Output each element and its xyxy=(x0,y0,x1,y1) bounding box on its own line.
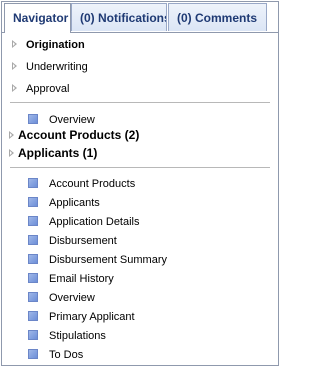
section-label: Account Products (2) xyxy=(18,128,140,142)
page-square-icon xyxy=(28,273,38,284)
expand-arrow-icon xyxy=(12,40,17,49)
tab-notifications-label: Notifications xyxy=(98,11,167,25)
tab-comments-label: Comments xyxy=(195,11,258,25)
tab-navigator-label: Navigator xyxy=(13,11,69,25)
divider xyxy=(10,167,270,168)
expand-arrow-icon xyxy=(12,84,17,93)
page-square-icon xyxy=(28,311,38,322)
section-account-products[interactable]: Account Products (2) xyxy=(2,126,139,144)
section-applicants[interactable]: Applicants (1) xyxy=(2,144,97,162)
stage-label: Approval xyxy=(26,83,70,95)
overview-label: Overview xyxy=(49,114,95,126)
link-email-history[interactable]: Email History xyxy=(28,270,114,288)
link-label: Disbursement Summary xyxy=(49,254,167,266)
link-overview[interactable]: Overview xyxy=(28,289,95,307)
tab-comments[interactable]: (0) Comments xyxy=(168,3,267,31)
page-square-icon xyxy=(28,330,38,341)
page-square-icon xyxy=(28,114,38,125)
stage-origination[interactable]: Origination xyxy=(2,36,85,54)
link-stipulations[interactable]: Stipulations xyxy=(28,327,106,345)
navigator-panel: Navigator (0) Notifications (0) Comments… xyxy=(1,1,279,366)
page-square-icon xyxy=(28,235,38,246)
stage-underwriting[interactable]: Underwriting xyxy=(2,58,88,76)
link-label: Account Products xyxy=(49,178,136,190)
link-label: Applicants xyxy=(49,197,100,209)
link-primary-applicant[interactable]: Primary Applicant xyxy=(28,308,135,326)
page-square-icon xyxy=(28,216,38,227)
link-label: Overview xyxy=(49,292,95,304)
page-square-icon xyxy=(28,197,38,208)
tab-notifications[interactable]: (0) Notifications xyxy=(71,3,167,31)
comments-count: (0) xyxy=(177,11,192,25)
stage-approval[interactable]: Approval xyxy=(2,80,69,98)
link-applicants[interactable]: Applicants xyxy=(28,194,100,212)
link-account-products[interactable]: Account Products xyxy=(28,175,135,193)
page-square-icon xyxy=(28,349,38,360)
link-label: Primary Applicant xyxy=(49,311,135,323)
tab-bar: Navigator (0) Notifications (0) Comments xyxy=(2,2,278,33)
page-square-icon xyxy=(28,178,38,189)
expand-arrow-icon xyxy=(9,149,14,158)
section-label: Applicants (1) xyxy=(18,146,98,160)
stage-label: Underwriting xyxy=(26,61,88,73)
link-label: Application Details xyxy=(49,216,140,228)
stage-label: Origination xyxy=(26,39,85,51)
navigator-content: Origination Underwriting Approval Overvi… xyxy=(2,33,278,365)
link-label: To Dos xyxy=(49,349,84,361)
link-label: Email History xyxy=(49,273,114,285)
page-square-icon xyxy=(28,254,38,265)
expand-arrow-icon xyxy=(9,131,14,140)
link-disbursement[interactable]: Disbursement xyxy=(28,232,117,250)
link-label: Stipulations xyxy=(49,330,106,342)
expand-arrow-icon xyxy=(12,62,17,71)
divider xyxy=(10,102,270,103)
page-square-icon xyxy=(28,292,38,303)
link-application-details[interactable]: Application Details xyxy=(28,213,140,231)
link-label: Disbursement xyxy=(49,235,117,247)
tab-navigator[interactable]: Navigator xyxy=(4,3,71,33)
notifications-count: (0) xyxy=(80,11,95,25)
link-to-dos[interactable]: To Dos xyxy=(28,346,83,364)
link-disbursement-summary[interactable]: Disbursement Summary xyxy=(28,251,167,269)
